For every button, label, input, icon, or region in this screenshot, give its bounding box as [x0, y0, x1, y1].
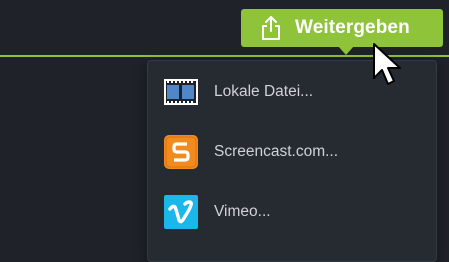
share-button[interactable]: Weitergeben — [241, 9, 443, 47]
menu-item-label: Screencast.com... — [214, 143, 339, 160]
film-strip-icon — [164, 79, 198, 105]
menu-item-screencast[interactable]: Screencast.com... — [148, 124, 436, 180]
share-button-label: Weitergeben — [295, 17, 410, 38]
screencast-logo-icon — [164, 135, 198, 169]
share-dropdown-menu: Lokale Datei... Screencast.com... Vimeo.… — [147, 60, 437, 262]
mouse-cursor-icon — [373, 43, 401, 85]
menu-item-label: Lokale Datei... — [214, 83, 314, 100]
share-dropdown-caret — [338, 46, 354, 55]
menu-item-label: Vimeo... — [214, 203, 271, 220]
menu-item-vimeo[interactable]: Vimeo... — [148, 184, 436, 240]
share-upload-icon — [262, 16, 280, 40]
vimeo-logo-icon — [164, 195, 198, 229]
